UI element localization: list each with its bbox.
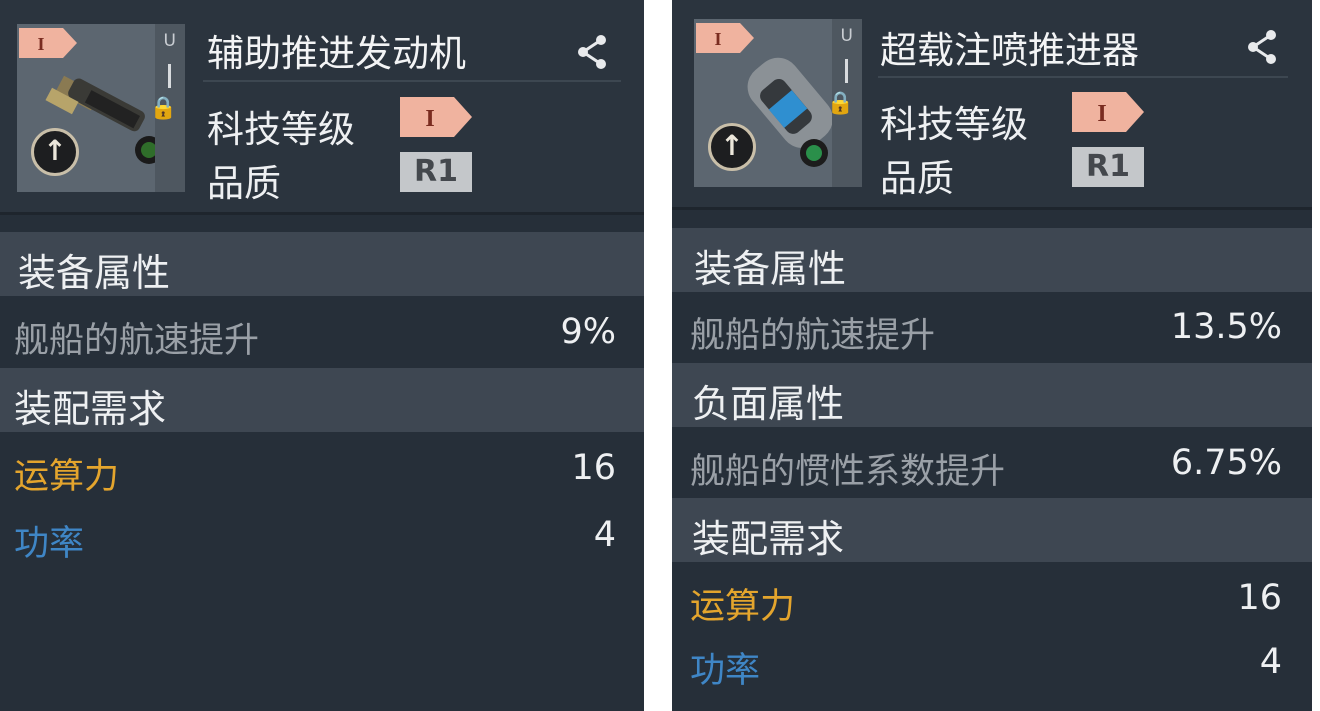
section-title: 装配需求: [14, 387, 167, 431]
inertia-increase-label: 舰船的惯性系数提升: [690, 452, 1006, 492]
power-label: 功率: [14, 524, 85, 564]
section-equip-attributes: 装备属性: [0, 232, 644, 296]
speed-boost-value: 13.5%: [1170, 307, 1282, 347]
upgrade-arrow-icon[interactable]: ↑: [31, 128, 79, 176]
inertia-increase-value: 6.75%: [1170, 443, 1282, 483]
unique-label: U: [163, 31, 176, 51]
tech-tier-value: I: [1097, 101, 1106, 127]
cpu-value: 16: [571, 448, 616, 488]
tier-badge-icon: I: [19, 28, 77, 58]
tier-badge-icon: I: [696, 23, 754, 53]
section-title: 装配需求: [692, 517, 845, 561]
tier-badge-label: I: [37, 34, 44, 54]
tech-level-label: 科技等级: [207, 108, 355, 151]
item-name: 辅助推进发动机: [207, 32, 466, 75]
item-thumbnail[interactable]: U 🔒 I ↑: [17, 24, 185, 192]
cpu-label: 运算力: [690, 587, 796, 627]
share-icon[interactable]: [1244, 27, 1280, 67]
lock-icon[interactable]: 🔒: [827, 91, 854, 116]
tier-badge-label: I: [714, 29, 721, 49]
power-value: 4: [593, 515, 616, 555]
quality-label: 品质: [207, 162, 281, 205]
lock-icon[interactable]: 🔒: [150, 96, 177, 121]
speed-boost-label: 舰船的航速提升: [690, 316, 936, 356]
speed-boost-value: 9%: [560, 312, 616, 352]
section-equip-attributes: 装备属性: [672, 228, 1312, 292]
item-thumbnail[interactable]: U 🔒 I ↑: [694, 19, 862, 187]
item-card-left: U 🔒 I ↑ 辅助推进发动机 科技等级 I 品质 R1 装备属性 舰船的航速提…: [0, 0, 644, 711]
section-requirements: 装配需求: [672, 498, 1312, 562]
section-negative-attributes: 负面属性: [672, 363, 1312, 427]
speed-boost-label: 舰船的航速提升: [14, 321, 260, 361]
unique-label: U: [840, 26, 853, 46]
item-name: 超载注喷推进器: [880, 29, 1139, 72]
section-title: 装备属性: [694, 247, 847, 291]
thumb-divider: [168, 64, 171, 88]
section-requirements: 装配需求: [0, 368, 644, 432]
cpu-value: 16: [1237, 578, 1282, 618]
section-title: 装备属性: [18, 251, 171, 295]
quality-label: 品质: [880, 157, 954, 200]
tech-tier-value: I: [425, 106, 434, 132]
tech-tier-badge: I: [400, 97, 472, 137]
name-divider: [878, 76, 1288, 78]
section-title: 负面属性: [692, 382, 845, 426]
thumb-divider: [845, 59, 848, 83]
quality-badge: R1: [400, 152, 472, 192]
thumb-sidebar: U 🔒: [150, 24, 185, 192]
power-value: 4: [1259, 642, 1282, 682]
upgrade-arrow-icon[interactable]: ↑: [708, 123, 756, 171]
thumb-sidebar: U 🔒: [827, 19, 862, 187]
cpu-label: 运算力: [14, 457, 120, 497]
name-divider: [203, 80, 621, 82]
share-icon[interactable]: [574, 32, 610, 72]
quality-badge: R1: [1072, 147, 1144, 187]
power-label: 功率: [690, 651, 761, 691]
tech-level-label: 科技等级: [880, 103, 1028, 146]
tech-tier-badge: I: [1072, 92, 1144, 132]
